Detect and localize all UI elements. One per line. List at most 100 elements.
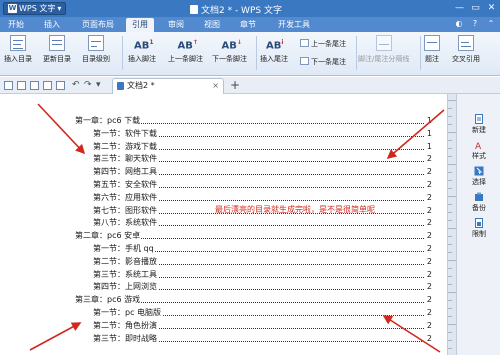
chevron-down-icon: ▾ [57, 4, 62, 13]
redo-icon[interactable]: ↷ [84, 80, 92, 90]
toc-entry-title: 第二节：游戏下载 [93, 140, 158, 153]
side-backup-button[interactable]: 备份 [457, 192, 500, 213]
toc-entry-title: 第四节：网络工具 [93, 166, 158, 179]
new-tab-button[interactable]: + [230, 78, 240, 92]
insert-toc-label: 插入目录 [4, 55, 32, 63]
toc-entry[interactable]: 第一节：pc 电脑版 2 [93, 307, 432, 319]
next-endnote-button[interactable]: 下一条尾注 [300, 56, 346, 68]
toc-entry[interactable]: 第五节：安全软件 2 [93, 179, 432, 191]
toc-entry[interactable]: 第三节：即时战略 2 [93, 332, 432, 345]
side-select-button[interactable]: 选择 [457, 166, 500, 187]
toc-entry[interactable]: 第一章：pc6 下载 1 [75, 115, 432, 127]
toc-entry-page: 1 [426, 127, 432, 140]
ruler-tick [448, 204, 452, 205]
prev-endnote-button[interactable]: 上一条尾注 [300, 38, 346, 50]
insert-endnote-button[interactable]: ABi 插入尾注 [260, 35, 288, 73]
toc-entry-title: 第二章：pc6 安卓 [75, 230, 142, 243]
toc-entry-page: 2 [426, 281, 432, 294]
tab-insert[interactable]: 插入 [38, 18, 66, 32]
restrict-icon [475, 218, 483, 228]
toc-level-button[interactable]: 目录级别 [82, 35, 110, 73]
new-file-icon[interactable] [4, 81, 13, 90]
backup-icon [475, 192, 483, 201]
toc-entry[interactable]: 第二节：游戏下载 1 [93, 140, 432, 153]
toc-entry[interactable]: 第八节：系统软件 2 [93, 217, 432, 230]
vertical-ruler[interactable] [447, 94, 457, 355]
skin-icon[interactable]: ◐ [454, 19, 464, 29]
print-preview-icon[interactable] [56, 81, 65, 90]
side-new-label: 新建 [472, 126, 486, 134]
document-page[interactable]: 第一章：pc6 下载 1 第一节：软件下载 1 第二节：游戏下载 1 第三节：聊天软件 2 第四… [0, 94, 448, 355]
side-new-button[interactable]: 新建 [457, 114, 500, 135]
toc-entry-title: 第六节：应用软件 [93, 191, 158, 204]
ruler-tick [448, 316, 452, 317]
toc-entry[interactable]: 第四节：网络工具 2 [93, 166, 432, 179]
toc-entry-page: 2 [426, 319, 432, 332]
ruler-tick [448, 156, 452, 157]
ruler-tick [448, 220, 452, 221]
tab-page-layout[interactable]: 页面布局 [76, 18, 120, 32]
toc-entry-title: 第五节：安全软件 [93, 179, 158, 191]
side-style-button[interactable]: A 样式 [457, 140, 500, 161]
toc-entry-page: 2 [426, 243, 432, 255]
toc-entry[interactable]: 第二章：pc6 安卓 2 [75, 230, 432, 243]
customize-chevron-icon[interactable]: ▾ [96, 80, 101, 90]
close-button[interactable]: ✕ [485, 2, 498, 14]
ruler-tick [448, 284, 452, 285]
toc-entry[interactable]: 第四节：上网浏览 2 [93, 281, 432, 294]
toc-entry[interactable]: 第三节：聊天软件 2 [93, 153, 432, 166]
ribbon-separator [356, 36, 357, 70]
ruler-tick [448, 108, 452, 109]
insert-footnote-label: 插入脚注 [128, 55, 156, 63]
toc-entry[interactable]: 第一节：软件下载 1 [93, 127, 432, 140]
toc-entry[interactable]: 第一节：手机 qq 2 [93, 243, 432, 255]
note-separator-button[interactable]: 脚注/尾注分隔线 [358, 35, 409, 73]
document-tab[interactable]: 文档2 * × [112, 78, 224, 94]
maximize-button[interactable]: ▭ [469, 2, 482, 14]
window-controls: — ▭ ✕ [453, 2, 498, 14]
toc-entry[interactable]: 第六节：应用软件 2 [93, 191, 432, 204]
toc-entry-page: 2 [426, 307, 432, 319]
toc-entry-page: 2 [426, 294, 432, 307]
close-tab-icon[interactable]: × [212, 79, 219, 93]
toc-entry-page: 2 [426, 230, 432, 243]
side-restrict-button[interactable]: 限制 [457, 218, 500, 239]
insert-footnote-button[interactable]: AB1 插入脚注 [128, 35, 156, 73]
print-icon[interactable] [43, 81, 52, 90]
help-icon[interactable]: ? [470, 19, 480, 29]
select-icon [474, 166, 484, 176]
app-menu-label: WPS 文字 [19, 4, 56, 13]
toc-entry[interactable]: 第三章：pc6 游戏 2 [75, 294, 432, 307]
toc-entry[interactable]: 第三节：系统工具 2 [93, 268, 432, 281]
open-folder-icon[interactable] [17, 81, 26, 90]
collapse-ribbon-icon[interactable]: ⌃ [486, 19, 496, 29]
next-footnote-button[interactable]: AB↓ 下一条脚注 [212, 35, 247, 73]
cross-ref-button[interactable]: 交叉引用 [452, 35, 480, 73]
ruler-tick [448, 348, 452, 349]
toc-entry-title: 第四节：上网浏览 [93, 281, 158, 294]
prev-footnote-button[interactable]: AB↑ 上一条脚注 [168, 35, 203, 73]
toc-entry[interactable]: 第二节：影音播放 2 [93, 255, 432, 268]
style-icon: A [475, 142, 482, 150]
toc-entry[interactable]: 第二节：角色扮演 2 [93, 319, 432, 332]
menu-right-tools: ◐ ? ⌃ [454, 19, 496, 29]
toc-entry-page: 2 [426, 191, 432, 204]
menu-bar: 开始 插入 页面布局 引用 审阅 视图 章节 开发工具 ◐ ? ⌃ [0, 17, 500, 32]
tab-references[interactable]: 引用 [126, 18, 154, 32]
toc-entry-page: 2 [426, 166, 432, 179]
svg-text:A: A [475, 142, 482, 150]
ruler-tick [448, 308, 452, 309]
insert-toc-button[interactable]: 插入目录 [4, 35, 32, 73]
caption-button[interactable]: 题注 [424, 35, 440, 73]
tab-review[interactable]: 审阅 [162, 18, 190, 32]
minimize-button[interactable]: — [453, 2, 466, 14]
tab-developer[interactable]: 开发工具 [272, 18, 316, 32]
tab-start[interactable]: 开始 [2, 18, 30, 32]
tab-sections[interactable]: 章节 [234, 18, 262, 32]
tab-view[interactable]: 视图 [198, 18, 226, 32]
toc-entry-page: 2 [426, 268, 432, 281]
update-toc-button[interactable]: 更新目录 [43, 35, 71, 73]
app-menu-button[interactable]: W WPS 文字 ▾ [3, 2, 67, 15]
undo-icon[interactable]: ↶ [72, 80, 80, 90]
save-icon[interactable] [30, 81, 39, 90]
